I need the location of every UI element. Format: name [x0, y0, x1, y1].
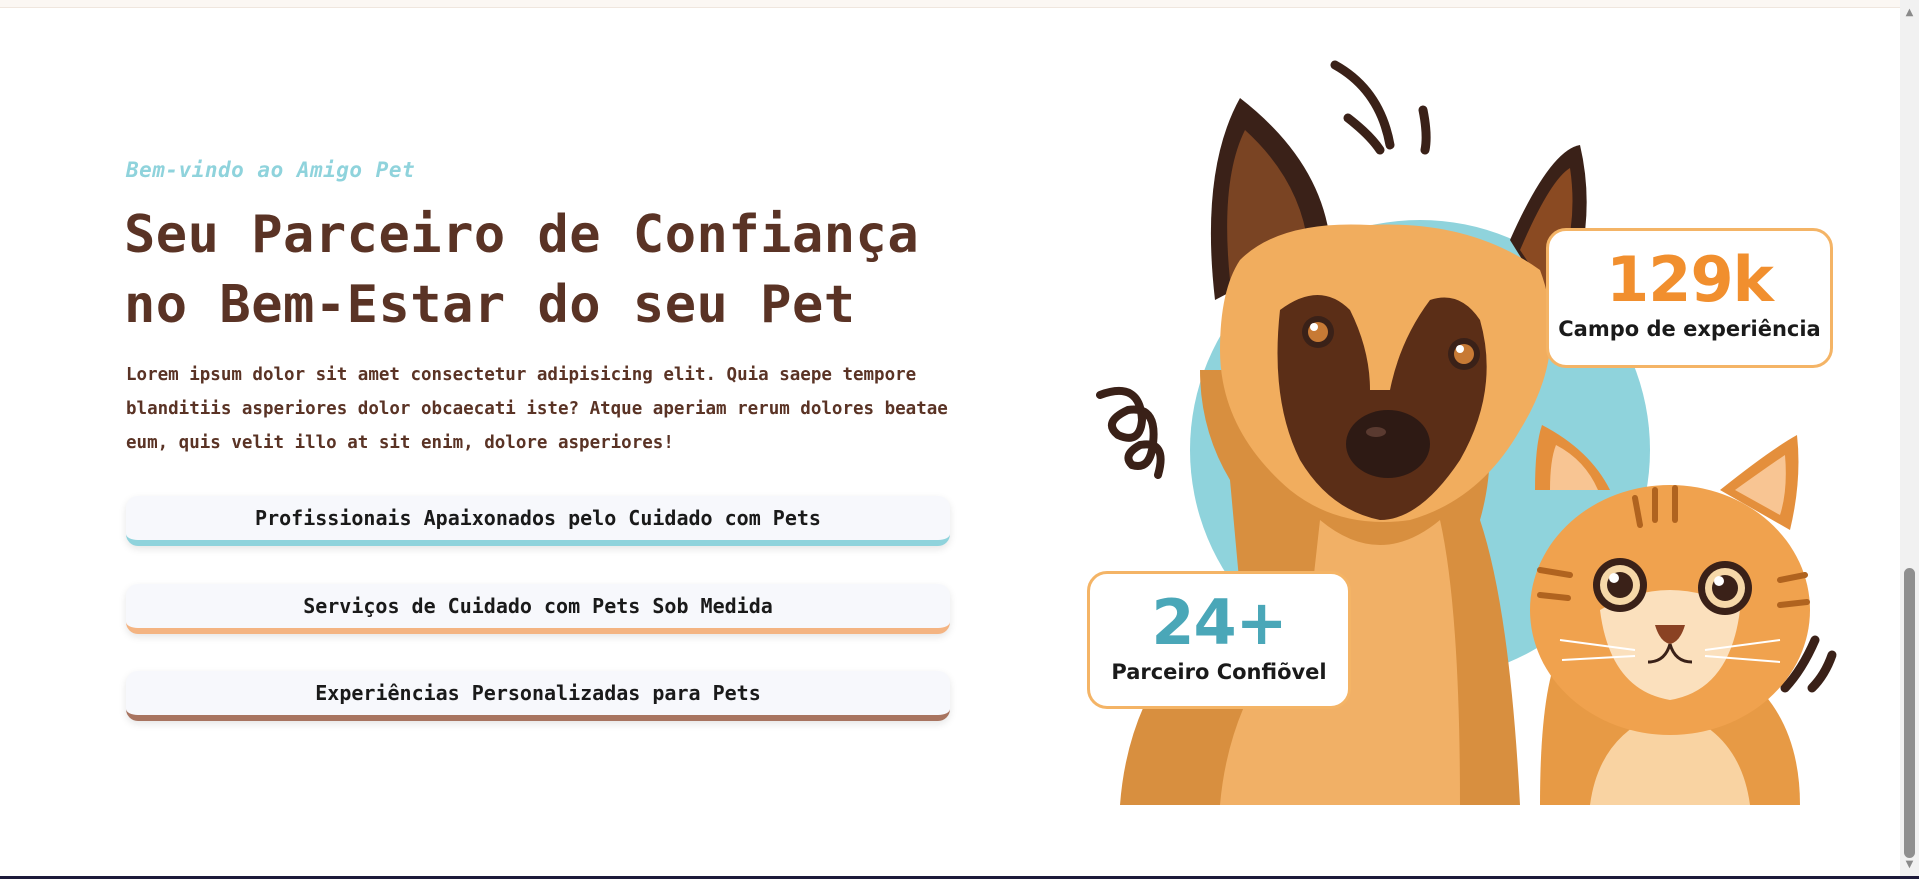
cat-figure [1530, 425, 1810, 805]
top-edge [0, 0, 1900, 8]
feature-button-personalized-experiences[interactable]: Experiências Personalizadas para Pets [126, 671, 950, 721]
scroll-down-arrow-icon[interactable]: ▼ [1900, 856, 1919, 874]
stat-value: 24+ [1151, 586, 1287, 659]
feature-button-custom-services[interactable]: Serviços de Cuidado com Pets Sob Medida [126, 584, 950, 634]
hero-headline: Seu Parceiro de Confiança no Bem-Estar d… [124, 205, 920, 335]
stat-card-experience: 129k Campo de experiência [1546, 228, 1833, 368]
stat-label: Parceiro Confiõvel [1111, 660, 1327, 684]
stat-value: 129k [1606, 243, 1774, 316]
welcome-tagline: Bem-vindo ao Amigo Pet [126, 158, 416, 182]
stat-card-partners: 24+ Parceiro Confiõvel [1087, 571, 1351, 709]
scrollbar-thumb[interactable] [1904, 568, 1915, 858]
vertical-scrollbar[interactable]: ▲ ▼ [1900, 0, 1919, 876]
scroll-up-arrow-icon[interactable]: ▲ [1900, 4, 1919, 22]
curl-doodle-icon [1096, 387, 1165, 479]
feature-button-professionals[interactable]: Profissionais Apaixonados pelo Cuidado c… [126, 496, 950, 546]
hero-description: Lorem ipsum dolor sit amet consectetur a… [126, 365, 948, 453]
dog-nose [1346, 410, 1430, 478]
stat-label: Campo de experiência [1558, 317, 1821, 341]
